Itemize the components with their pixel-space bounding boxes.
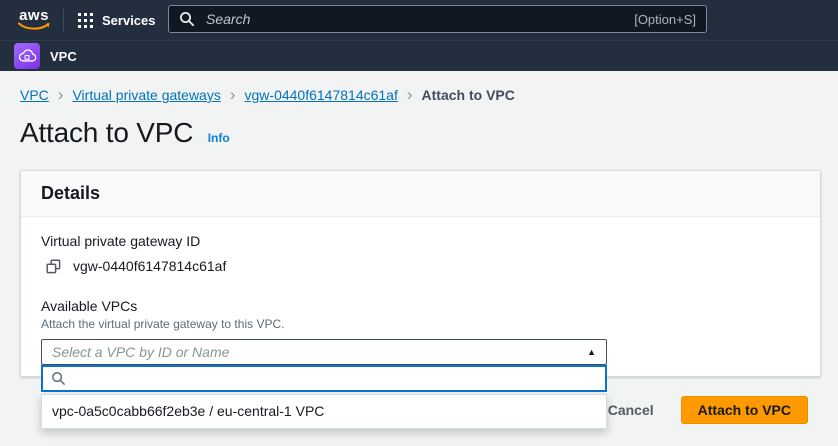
services-grid-icon [78,12,93,28]
breadcrumb-separator-icon: › [229,85,236,104]
aws-smile-icon [18,22,50,31]
nav-divider [63,9,64,31]
filter-search-icon [51,371,66,386]
global-search-bar[interactable]: [Option+S] [168,5,707,33]
breadcrumb-separator-icon: › [406,85,413,104]
details-card-header: Details [21,171,820,217]
breadcrumb-link-virtual-private-gateways[interactable]: Virtual private gateways [72,87,220,103]
search-shortcut-hint: [Option+S] [634,11,696,27]
page-title: Attach to VPC [20,117,194,148]
gateway-id-row: vgw-0440f6147814c61af [41,258,800,275]
vpc-select-dropdown: vpc-0a5c0cabb66f2eb3e / eu-central-1 VPC [41,365,607,429]
aws-logo[interactable]: aws [18,6,50,31]
attach-to-vpc-button[interactable]: Attach to VPC [680,396,808,424]
vpc-select-placeholder: Select a VPC by ID or Name [52,344,230,360]
vpc-filter-input[interactable] [73,369,597,388]
vpc-options-list: vpc-0a5c0cabb66f2eb3e / eu-central-1 VPC [41,394,607,429]
vpc-select: Select a VPC by ID or Name ▲ vpc-0a5c0ca… [41,339,607,429]
details-card-body: Virtual private gateway ID vgw-0440f6147… [21,217,820,429]
form-actions: Cancel Attach to VPC [608,396,808,424]
info-link[interactable]: Info [208,131,230,145]
services-button[interactable]: Services [78,12,156,28]
gateway-id-label: Virtual private gateway ID [41,233,201,249]
breadcrumb-current-page: Attach to VPC [421,87,515,103]
service-nav-bar: VPC [0,40,838,71]
gateway-id-value: vgw-0440f6147814c61af [73,258,227,274]
details-card: Details Virtual private gateway ID vgw-0… [20,170,821,429]
global-search-input[interactable] [204,10,626,28]
vpc-select-trigger[interactable]: Select a VPC by ID or Name ▲ [41,339,607,365]
cancel-button[interactable]: Cancel [608,402,654,418]
page-header: Attach to VPC Info [20,117,230,149]
aws-logo-text: aws [19,6,49,24]
search-icon [179,11,195,27]
app-title[interactable]: VPC [50,49,77,64]
details-heading: Details [41,183,101,203]
services-label: Services [102,12,156,28]
breadcrumb-link-vpc[interactable]: VPC [20,87,49,103]
copy-icon[interactable] [46,259,61,274]
available-vpcs-description: Attach the virtual private gateway to th… [41,317,285,331]
top-nav-bar: aws Services [Option+S] [0,0,838,40]
breadcrumb-separator-icon: › [57,85,64,104]
breadcrumb: VPC › Virtual private gateways › vgw-044… [20,85,515,104]
breadcrumb-link-vgw-id[interactable]: vgw-0440f6147814c61af [245,87,398,103]
vpc-filter-box [41,365,607,392]
available-vpcs-label: Available VPCs [41,298,138,314]
caret-up-icon: ▲ [587,346,596,357]
vpc-service-icon[interactable] [14,43,40,69]
vpc-option[interactable]: vpc-0a5c0cabb66f2eb3e / eu-central-1 VPC [42,395,606,428]
